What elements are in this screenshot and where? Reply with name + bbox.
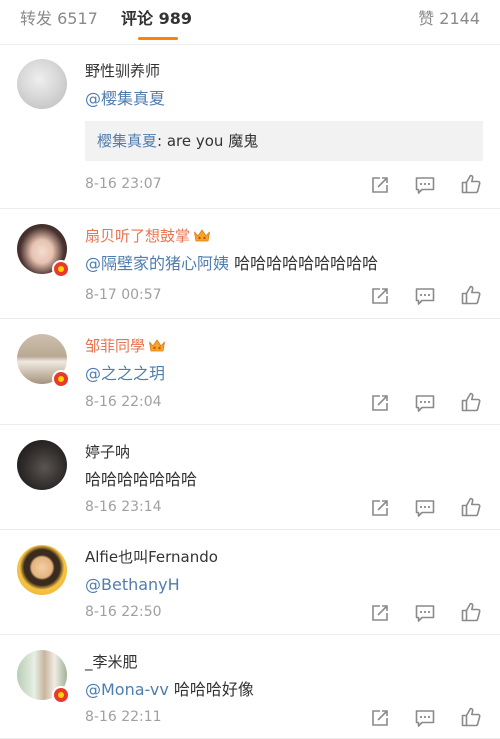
repost-button[interactable] <box>369 602 391 624</box>
active-tab-indicator <box>138 37 178 40</box>
comment-timestamp: 8-16 22:04 <box>85 394 162 410</box>
repost-button[interactable] <box>369 497 391 519</box>
repost-button[interactable] <box>369 174 391 196</box>
comment-item: 婷子呐 哈哈哈哈哈哈哈 8-16 23:14 <box>0 425 500 530</box>
quoted-reply[interactable]: 樱集真夏: are you 魔鬼 <box>85 121 483 161</box>
thumbs-up-icon <box>461 392 481 412</box>
comment-text: @隔壁家的猪心阿姨 哈哈哈哈哈哈哈哈哈 <box>85 253 378 275</box>
tab-likes-label: 赞 <box>418 9 435 28</box>
comment-tab-bar: 转发 6517 评论 989 赞 2144 <box>0 0 500 45</box>
avatar[interactable] <box>17 440 67 490</box>
like-button[interactable] <box>460 173 482 195</box>
quoted-reply-user[interactable]: 樱集真夏 <box>97 132 157 150</box>
verified-badge-icon <box>52 370 70 388</box>
verified-badge-icon <box>52 260 70 278</box>
thumbs-up-icon <box>461 174 481 194</box>
comment-list: 野性驯养师 @樱集真夏 樱集真夏: are you 魔鬼 8-16 23:07 … <box>0 44 500 739</box>
tab-reposts-count: 6517 <box>57 9 98 28</box>
tab-comments[interactable]: 评论 989 <box>121 7 192 31</box>
comment-icon <box>415 605 435 622</box>
comment-username[interactable]: 邹菲同學 <box>85 336 166 356</box>
reply-button[interactable] <box>414 392 436 414</box>
thumbs-up-icon <box>461 497 481 517</box>
like-button[interactable] <box>460 601 482 623</box>
share-icon <box>372 710 388 726</box>
avatar[interactable] <box>17 59 67 109</box>
like-button[interactable] <box>460 706 482 728</box>
comment-body: 哈哈哈哈哈哈哈哈哈 <box>229 254 379 273</box>
thumbs-up-icon <box>461 285 481 305</box>
comment-mention[interactable]: @BethanyH <box>85 575 180 594</box>
comment-username[interactable]: _李米肥 <box>85 652 138 672</box>
comment-mention[interactable]: @Mona-vv <box>85 680 169 699</box>
tab-reposts[interactable]: 转发 6517 <box>20 7 98 31</box>
repost-button[interactable] <box>369 285 391 307</box>
repost-button[interactable] <box>369 707 391 729</box>
tab-likes[interactable]: 赞 2144 <box>418 7 480 31</box>
comment-username[interactable]: 婷子呐 <box>85 442 130 462</box>
comment-body: 哈哈哈哈哈哈哈 <box>85 470 198 489</box>
avatar[interactable] <box>17 545 67 595</box>
comment-mention[interactable]: @樱集真夏 <box>85 89 165 108</box>
thumbs-up-icon <box>461 602 481 622</box>
comment-username[interactable]: 扇贝听了想鼓掌 <box>85 226 211 246</box>
comment-text: @樱集真夏 <box>85 88 165 110</box>
reply-button[interactable] <box>414 602 436 624</box>
tab-comments-count: 989 <box>158 9 192 28</box>
comment-username-text: 扇贝听了想鼓掌 <box>85 227 191 245</box>
comment-text: @之之之玥 <box>85 363 165 385</box>
share-icon <box>372 395 388 411</box>
tab-reposts-label: 转发 <box>20 9 53 28</box>
comment-timestamp: 8-17 00:57 <box>85 287 162 303</box>
quoted-reply-text: : are you 魔鬼 <box>157 132 259 150</box>
like-button[interactable] <box>460 391 482 413</box>
comment-text: @Mona-vv 哈哈哈好像 <box>85 679 254 701</box>
comment-mention[interactable]: @之之之玥 <box>85 364 165 383</box>
tab-likes-count: 2144 <box>439 9 480 28</box>
comment-item: Alfie也叫Fernando @BethanyH 8-16 22:50 <box>0 530 500 635</box>
tab-comments-label: 评论 <box>121 9 154 28</box>
comment-mention[interactable]: @隔壁家的猪心阿姨 <box>85 254 229 273</box>
comment-item: 扇贝听了想鼓掌 @隔壁家的猪心阿姨 哈哈哈哈哈哈哈哈哈 8-17 00:57 <box>0 209 500 319</box>
comment-timestamp: 8-16 22:11 <box>85 709 162 725</box>
comment-text: 哈哈哈哈哈哈哈 <box>85 469 197 491</box>
reply-button[interactable] <box>414 285 436 307</box>
like-button[interactable] <box>460 284 482 306</box>
comment-username-text: 邹菲同學 <box>85 337 146 355</box>
thumbs-up-icon <box>461 707 481 727</box>
comment-item: 野性驯养师 @樱集真夏 樱集真夏: are you 魔鬼 8-16 23:07 <box>0 44 500 209</box>
comment-icon <box>415 395 435 412</box>
reply-button[interactable] <box>414 707 436 729</box>
share-icon <box>372 177 388 193</box>
comment-username[interactable]: Alfie也叫Fernando <box>85 547 218 567</box>
comment-body: 哈哈哈好像 <box>168 680 254 699</box>
vip-crown-icon <box>194 229 210 242</box>
comment-icon <box>415 288 435 305</box>
share-icon <box>372 500 388 516</box>
comment-icon <box>415 710 435 727</box>
comment-username[interactable]: 野性驯养师 <box>85 61 160 81</box>
verified-badge-icon <box>52 686 70 704</box>
share-icon <box>372 288 388 304</box>
comment-text: @BethanyH <box>85 574 180 596</box>
comment-icon <box>415 500 435 517</box>
vip-crown-icon <box>149 339 165 352</box>
comment-icon <box>415 177 435 194</box>
like-button[interactable] <box>460 496 482 518</box>
share-icon <box>372 605 388 621</box>
repost-button[interactable] <box>369 392 391 414</box>
reply-button[interactable] <box>414 174 436 196</box>
comment-timestamp: 8-16 22:50 <box>85 604 162 620</box>
reply-button[interactable] <box>414 497 436 519</box>
comment-item: _李米肥 @Mona-vv 哈哈哈好像 8-16 22:11 <box>0 635 500 739</box>
comment-timestamp: 8-16 23:07 <box>85 176 162 192</box>
comment-timestamp: 8-16 23:14 <box>85 499 162 515</box>
comment-item: 邹菲同學 @之之之玥 8-16 22:04 <box>0 319 500 425</box>
